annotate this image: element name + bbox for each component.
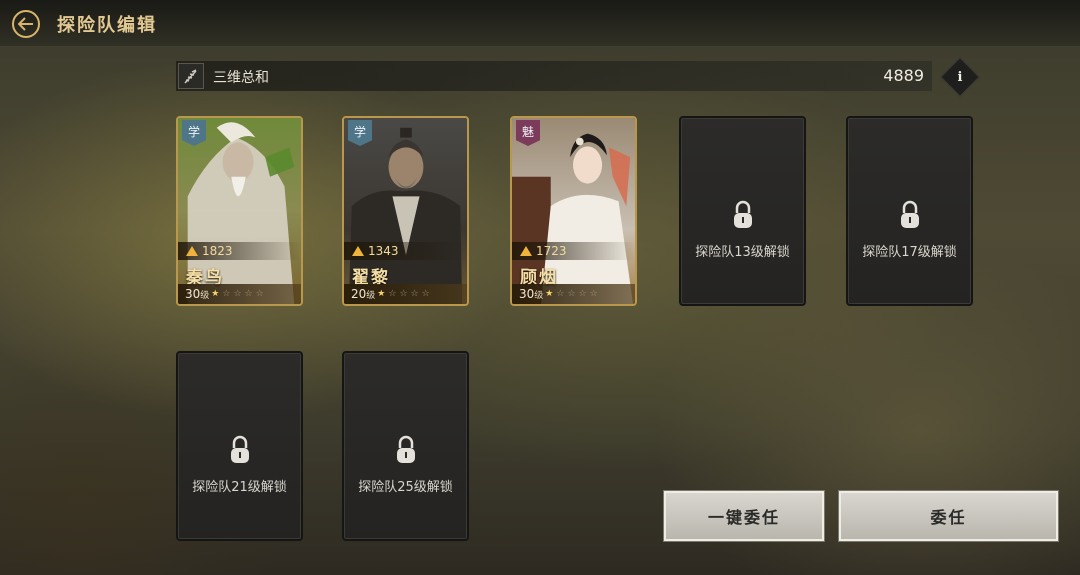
power-icon: [352, 246, 364, 256]
back-arrow-icon: [18, 17, 33, 31]
hero-card[interactable]: 魅 1723 顾烟 30 级 ★ ☆ ☆ ☆ ☆: [510, 116, 637, 306]
power-row: 1343: [344, 242, 467, 260]
power-value: 1343: [368, 244, 399, 258]
back-button[interactable]: [12, 10, 40, 38]
star-icon: ☆: [233, 289, 242, 299]
hero-level: 30: [519, 287, 535, 301]
power-value: 1723: [536, 244, 567, 258]
star-icon: ☆: [421, 289, 430, 299]
star-icon: ☆: [222, 289, 231, 299]
stats-label: 三维总和: [213, 70, 269, 86]
star-icon: ☆: [589, 289, 598, 299]
star-icon: ☆: [556, 289, 565, 299]
power-icon: [520, 246, 532, 256]
star-icon: ☆: [578, 289, 587, 299]
locked-slot[interactable]: 探险队13级解锁: [679, 116, 806, 306]
star-icon: ★: [545, 289, 554, 299]
lock-icon: [900, 200, 919, 228]
star-icon: ☆: [399, 289, 408, 299]
hero-level: 20: [351, 287, 367, 301]
power-row: 1823: [178, 242, 301, 260]
hero-card[interactable]: 学 1343 翟黎 20 级 ★ ☆ ☆ ☆ ☆: [342, 116, 469, 306]
unlock-requirement: 探险队17级解锁: [862, 245, 957, 260]
assign-button[interactable]: 委任: [839, 491, 1058, 541]
page-title: 探险队编辑: [57, 15, 157, 36]
star-icon: ★: [211, 289, 220, 299]
power-value: 1823: [202, 244, 233, 258]
stats-value: 4889: [883, 66, 924, 85]
hero-card[interactable]: 学 1823 秦鸟 30 级 ★ ☆ ☆ ☆ ☆: [176, 116, 303, 306]
info-button[interactable]: i: [940, 57, 980, 97]
star-icon: ☆: [410, 289, 419, 299]
locked-slot[interactable]: 探险队21级解锁: [176, 351, 303, 541]
lock-icon: [733, 200, 752, 228]
lock-icon: [230, 435, 249, 463]
level-suffix: 级: [366, 290, 376, 301]
unlock-requirement: 探险队25级解锁: [358, 480, 453, 495]
unlock-requirement: 探险队21级解锁: [192, 480, 287, 495]
star-rating: ★ ☆ ☆ ☆ ☆: [377, 289, 432, 299]
locked-slot[interactable]: 探险队25级解锁: [342, 351, 469, 541]
power-row: 1723: [512, 242, 635, 260]
power-icon: [186, 246, 198, 256]
unlock-requirement: 探险队13级解锁: [695, 245, 790, 260]
level-row: 30 级 ★ ☆ ☆ ☆ ☆: [178, 284, 301, 304]
locked-slot[interactable]: 探险队17级解锁: [846, 116, 973, 306]
star-rating: ★ ☆ ☆ ☆ ☆: [211, 289, 266, 299]
star-icon: ☆: [255, 289, 264, 299]
star-icon: ★: [377, 289, 386, 299]
level-row: 20 级 ★ ☆ ☆ ☆ ☆: [344, 284, 467, 304]
auto-assign-button[interactable]: 一键委任: [664, 491, 824, 541]
level-suffix: 级: [534, 290, 544, 301]
stats-bar: 三维总和 4889: [176, 61, 932, 91]
lock-icon: [396, 435, 415, 463]
level-suffix: 级: [200, 290, 210, 301]
level-row: 30 级 ★ ☆ ☆ ☆ ☆: [512, 284, 635, 304]
top-bar: 探险队编辑: [0, 0, 1080, 46]
feather-icon: [178, 63, 204, 89]
hero-level: 30: [185, 287, 201, 301]
star-icon: ☆: [244, 289, 253, 299]
star-icon: ☆: [567, 289, 576, 299]
info-icon: i: [957, 69, 963, 85]
star-rating: ★ ☆ ☆ ☆ ☆: [545, 289, 600, 299]
star-icon: ☆: [388, 289, 397, 299]
